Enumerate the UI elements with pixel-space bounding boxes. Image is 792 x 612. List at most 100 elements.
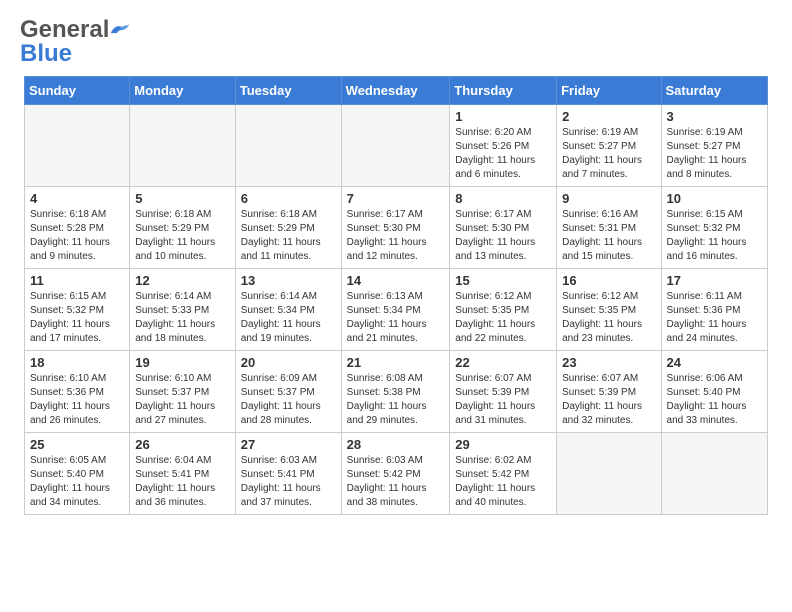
calendar-cell: 1 Sunrise: 6:20 AM Sunset: 5:26 PM Daylig… xyxy=(450,105,557,187)
calendar-cell: 7 Sunrise: 6:17 AM Sunset: 5:30 PM Daylig… xyxy=(341,187,450,269)
calendar-cell: 3 Sunrise: 6:19 AM Sunset: 5:27 PM Daylig… xyxy=(661,105,767,187)
day-number: 25 xyxy=(30,437,124,452)
day-number: 21 xyxy=(347,355,445,370)
day-number: 15 xyxy=(455,273,551,288)
day-number: 16 xyxy=(562,273,655,288)
weekday-header: Sunday xyxy=(25,77,130,105)
day-info: Sunrise: 6:15 AM Sunset: 5:32 PM Dayligh… xyxy=(667,208,762,264)
calendar-table: SundayMondayTuesdayWednesdayThursdayFrid… xyxy=(24,76,768,515)
logo: General Blue xyxy=(20,16,131,68)
calendar-cell xyxy=(341,105,450,187)
day-info: Sunrise: 6:07 AM Sunset: 5:39 PM Dayligh… xyxy=(455,372,551,428)
day-info: Sunrise: 6:17 AM Sunset: 5:30 PM Dayligh… xyxy=(455,208,551,264)
calendar-cell: 14Sunrise: 6:13 AM Sunset: 5:34 PM Dayli… xyxy=(341,269,450,351)
day-info: Sunrise: 6:17 AM Sunset: 5:30 PM Dayligh… xyxy=(347,208,445,264)
day-number: 6 xyxy=(241,191,336,206)
day-info: Sunrise: 6:10 AM Sunset: 5:37 PM Dayligh… xyxy=(135,372,230,428)
day-info: Sunrise: 6:02 AM Sunset: 5:42 PM Dayligh… xyxy=(455,454,551,510)
day-number: 10 xyxy=(667,191,762,206)
calendar-cell: 18 Sunrise: 6:10 AM Sunset: 5:36 PM Dayli… xyxy=(25,351,130,433)
day-number: 29 xyxy=(455,437,551,452)
day-info: Sunrise: 6:12 AM Sunset: 5:35 PM Dayligh… xyxy=(562,290,655,346)
day-number: 17 xyxy=(667,273,762,288)
day-number: 1 xyxy=(455,109,551,124)
calendar-cell: 17 Sunrise: 6:11 AM Sunset: 5:36 PM Dayli… xyxy=(661,269,767,351)
calendar-cell: 26Sunrise: 6:04 AM Sunset: 5:41 PM Dayli… xyxy=(130,433,236,515)
day-number: 7 xyxy=(347,191,445,206)
weekday-header: Tuesday xyxy=(235,77,341,105)
calendar-cell: 25 Sunrise: 6:05 AM Sunset: 5:40 PM Dayli… xyxy=(25,433,130,515)
calendar-cell: 13 Sunrise: 6:14 AM Sunset: 5:34 PM Dayli… xyxy=(235,269,341,351)
day-info: Sunrise: 6:11 AM Sunset: 5:36 PM Dayligh… xyxy=(667,290,762,346)
day-info: Sunrise: 6:03 AM Sunset: 5:42 PM Dayligh… xyxy=(347,454,445,510)
calendar-cell xyxy=(130,105,236,187)
logo-blue: Blue xyxy=(20,40,72,68)
calendar-cell: 4 Sunrise: 6:18 AM Sunset: 5:28 PM Daylig… xyxy=(25,187,130,269)
day-info: Sunrise: 6:10 AM Sunset: 5:36 PM Dayligh… xyxy=(30,372,124,428)
day-info: Sunrise: 6:14 AM Sunset: 5:34 PM Dayligh… xyxy=(241,290,336,346)
calendar-cell: 2Sunrise: 6:19 AM Sunset: 5:27 PM Daylig… xyxy=(557,105,661,187)
calendar-cell: 10 Sunrise: 6:15 AM Sunset: 5:32 PM Dayli… xyxy=(661,187,767,269)
day-number: 26 xyxy=(135,437,230,452)
day-info: Sunrise: 6:12 AM Sunset: 5:35 PM Dayligh… xyxy=(455,290,551,346)
day-info: Sunrise: 6:19 AM Sunset: 5:27 PM Dayligh… xyxy=(562,126,655,182)
day-number: 12 xyxy=(135,273,230,288)
day-number: 5 xyxy=(135,191,230,206)
day-number: 3 xyxy=(667,109,762,124)
calendar-cell xyxy=(557,433,661,515)
calendar-cell: 21 Sunrise: 6:08 AM Sunset: 5:38 PM Dayli… xyxy=(341,351,450,433)
calendar-cell xyxy=(661,433,767,515)
calendar-cell xyxy=(235,105,341,187)
weekday-header: Monday xyxy=(130,77,236,105)
day-info: Sunrise: 6:09 AM Sunset: 5:37 PM Dayligh… xyxy=(241,372,336,428)
day-number: 8 xyxy=(455,191,551,206)
day-number: 18 xyxy=(30,355,124,370)
day-info: Sunrise: 6:18 AM Sunset: 5:28 PM Dayligh… xyxy=(30,208,124,264)
calendar-cell: 20 Sunrise: 6:09 AM Sunset: 5:37 PM Dayli… xyxy=(235,351,341,433)
calendar-cell: 5 Sunrise: 6:18 AM Sunset: 5:29 PM Daylig… xyxy=(130,187,236,269)
day-info: Sunrise: 6:14 AM Sunset: 5:33 PM Dayligh… xyxy=(135,290,230,346)
calendar-cell: 28 Sunrise: 6:03 AM Sunset: 5:42 PM Dayli… xyxy=(341,433,450,515)
page-header: General Blue xyxy=(0,0,792,76)
calendar-wrap: SundayMondayTuesdayWednesdayThursdayFrid… xyxy=(0,76,792,527)
day-info: Sunrise: 6:13 AM Sunset: 5:34 PM Dayligh… xyxy=(347,290,445,346)
day-info: Sunrise: 6:18 AM Sunset: 5:29 PM Dayligh… xyxy=(135,208,230,264)
calendar-cell: 22 Sunrise: 6:07 AM Sunset: 5:39 PM Dayli… xyxy=(450,351,557,433)
day-info: Sunrise: 6:06 AM Sunset: 5:40 PM Dayligh… xyxy=(667,372,762,428)
day-info: Sunrise: 6:16 AM Sunset: 5:31 PM Dayligh… xyxy=(562,208,655,264)
day-number: 19 xyxy=(135,355,230,370)
calendar-cell: 19 Sunrise: 6:10 AM Sunset: 5:37 PM Dayli… xyxy=(130,351,236,433)
calendar-cell: 8 Sunrise: 6:17 AM Sunset: 5:30 PM Daylig… xyxy=(450,187,557,269)
day-number: 22 xyxy=(455,355,551,370)
day-number: 27 xyxy=(241,437,336,452)
day-info: Sunrise: 6:19 AM Sunset: 5:27 PM Dayligh… xyxy=(667,126,762,182)
calendar-cell: 9 Sunrise: 6:16 AM Sunset: 5:31 PM Daylig… xyxy=(557,187,661,269)
calendar-cell: 24 Sunrise: 6:06 AM Sunset: 5:40 PM Dayli… xyxy=(661,351,767,433)
day-number: 11 xyxy=(30,273,124,288)
day-number: 24 xyxy=(667,355,762,370)
day-info: Sunrise: 6:05 AM Sunset: 5:40 PM Dayligh… xyxy=(30,454,124,510)
calendar-cell: 29 Sunrise: 6:02 AM Sunset: 5:42 PM Dayli… xyxy=(450,433,557,515)
day-number: 9 xyxy=(562,191,655,206)
day-number: 23 xyxy=(562,355,655,370)
day-info: Sunrise: 6:03 AM Sunset: 5:41 PM Dayligh… xyxy=(241,454,336,510)
weekday-header: Thursday xyxy=(450,77,557,105)
day-info: Sunrise: 6:15 AM Sunset: 5:32 PM Dayligh… xyxy=(30,290,124,346)
day-info: Sunrise: 6:07 AM Sunset: 5:39 PM Dayligh… xyxy=(562,372,655,428)
calendar-cell: 6 Sunrise: 6:18 AM Sunset: 5:29 PM Daylig… xyxy=(235,187,341,269)
calendar-cell xyxy=(25,105,130,187)
logo-bird-icon xyxy=(109,21,131,39)
calendar-cell: 11 Sunrise: 6:15 AM Sunset: 5:32 PM Dayli… xyxy=(25,269,130,351)
calendar-cell: 16 Sunrise: 6:12 AM Sunset: 5:35 PM Dayli… xyxy=(557,269,661,351)
calendar-cell: 23 Sunrise: 6:07 AM Sunset: 5:39 PM Dayli… xyxy=(557,351,661,433)
day-info: Sunrise: 6:08 AM Sunset: 5:38 PM Dayligh… xyxy=(347,372,445,428)
weekday-header: Saturday xyxy=(661,77,767,105)
day-number: 28 xyxy=(347,437,445,452)
day-number: 4 xyxy=(30,191,124,206)
day-info: Sunrise: 6:20 AM Sunset: 5:26 PM Dayligh… xyxy=(455,126,551,182)
weekday-header: Friday xyxy=(557,77,661,105)
day-number: 13 xyxy=(241,273,336,288)
day-info: Sunrise: 6:18 AM Sunset: 5:29 PM Dayligh… xyxy=(241,208,336,264)
day-number: 20 xyxy=(241,355,336,370)
calendar-cell: 27 Sunrise: 6:03 AM Sunset: 5:41 PM Dayli… xyxy=(235,433,341,515)
